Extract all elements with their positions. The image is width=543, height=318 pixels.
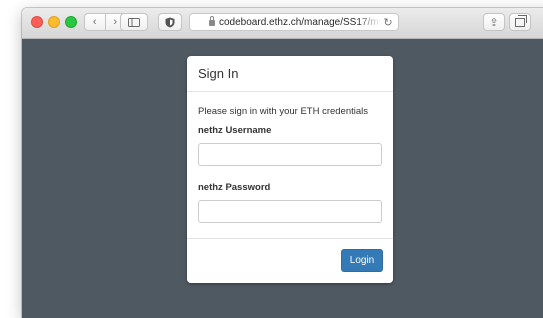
panel-body: Please sign in with your ETH credentials…	[187, 92, 393, 223]
back-icon[interactable]: ‹	[85, 14, 105, 30]
panel-title: Sign In	[187, 56, 393, 92]
sidebar-button[interactable]	[120, 13, 148, 31]
privacy-report-button[interactable]	[158, 13, 182, 31]
reload-icon[interactable]: ↻	[381, 16, 395, 29]
password-label: nethz Password	[198, 182, 271, 193]
panel-footer: Login	[187, 238, 393, 283]
sidebar-icon	[128, 17, 140, 27]
tabs-icon	[515, 14, 527, 27]
username-input[interactable]	[198, 143, 382, 166]
login-button[interactable]: Login	[341, 249, 383, 272]
address-url: codeboard.ethz.ch/manage/SS17/mycou	[219, 16, 381, 28]
lock-icon	[209, 16, 215, 26]
share-icon: ⇪	[489, 16, 499, 29]
share-button[interactable]: ⇪	[483, 13, 505, 31]
signin-panel: Sign In Please sign in with your ETH cre…	[187, 56, 393, 283]
signin-instructions: Please sign in with your ETH credentials	[198, 106, 369, 117]
page-content: Sign In Please sign in with your ETH cre…	[22, 39, 543, 318]
browser-toolbar: ‹ › codeboard.ethz.ch/manage/SS17/mycou …	[22, 8, 543, 39]
password-input[interactable]	[198, 200, 382, 223]
close-window-button[interactable]	[31, 16, 43, 28]
minimize-window-button[interactable]	[48, 16, 60, 28]
address-bar[interactable]: codeboard.ethz.ch/manage/SS17/mycou ↻	[189, 13, 399, 31]
username-label: nethz Username	[198, 125, 272, 136]
tab-overview-button[interactable]	[509, 13, 531, 31]
zoom-window-button[interactable]	[65, 16, 77, 28]
privacy-icon	[165, 17, 175, 27]
browser-window: ‹ › codeboard.ethz.ch/manage/SS17/mycou …	[22, 8, 543, 318]
